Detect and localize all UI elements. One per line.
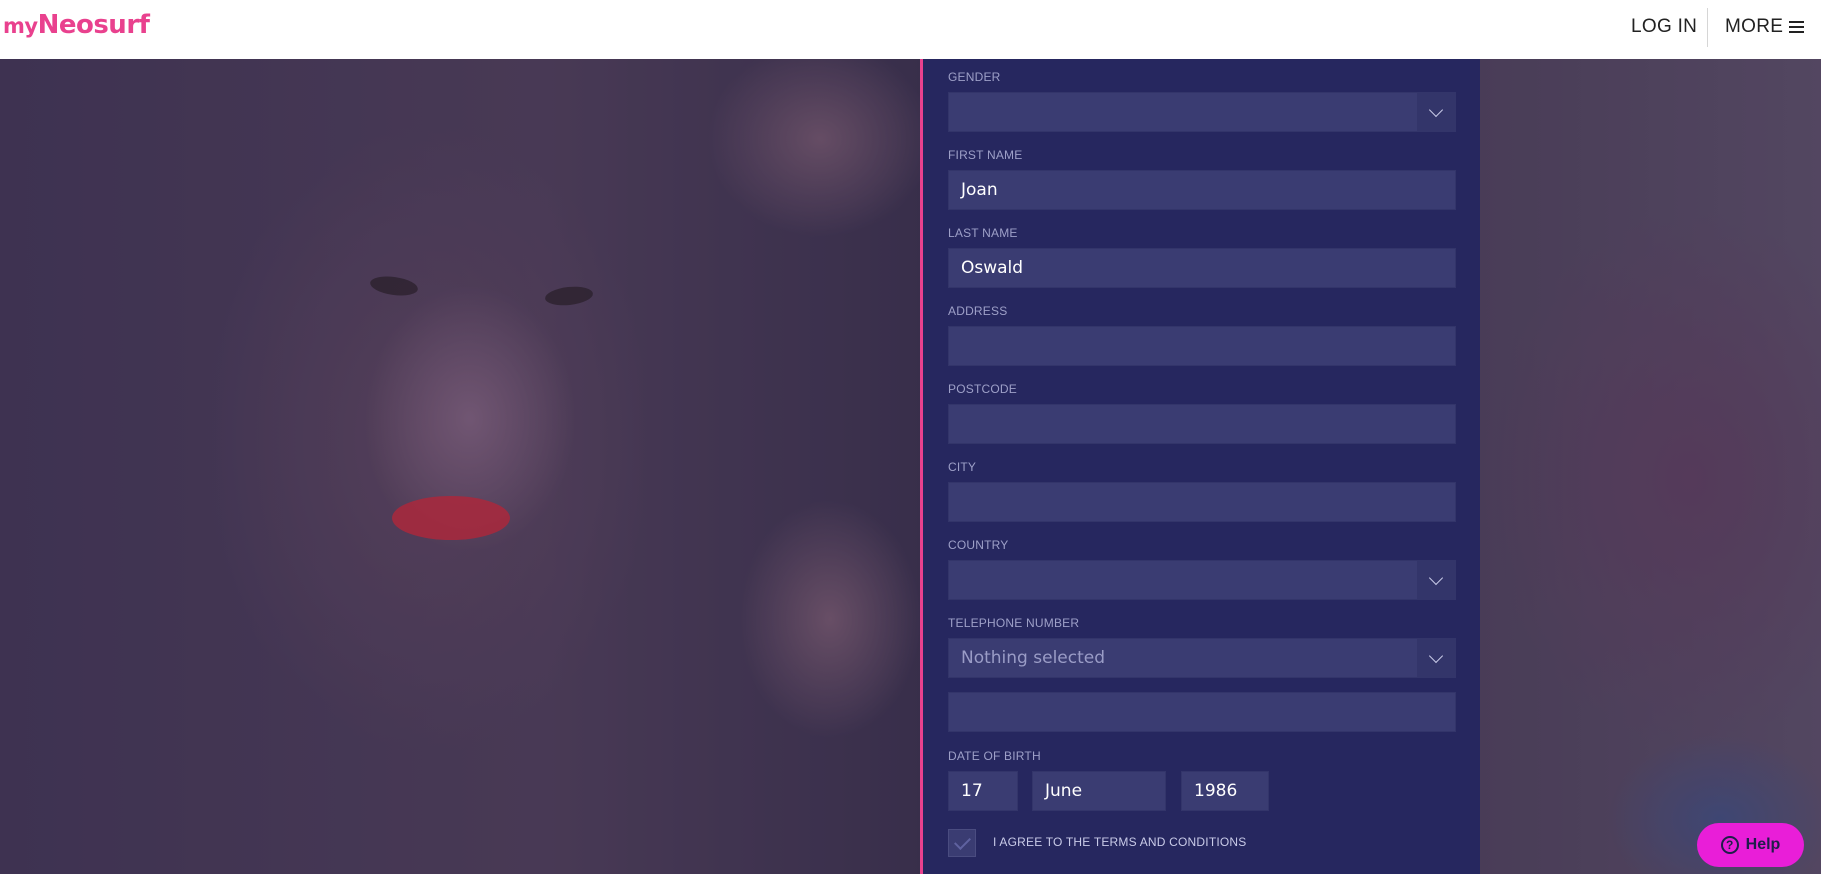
background-photo — [0, 59, 1821, 874]
hamburger-icon — [1789, 21, 1805, 33]
last-name-label: LAST NAME — [948, 226, 1018, 240]
postcode-label: POSTCODE — [948, 382, 1017, 396]
myneosurf-logo[interactable]: my Neosurf — [3, 10, 150, 42]
country-select[interactable] — [948, 560, 1456, 600]
telephone-number-field[interactable] — [948, 692, 1456, 732]
question-circle-icon: ? — [1720, 836, 1739, 854]
gender-select[interactable] — [948, 92, 1456, 132]
top-navigation-bar: my Neosurf LOG IN MORE — [0, 0, 1821, 59]
more-menu-button[interactable]: MORE — [1725, 16, 1805, 38]
address-label: ADDRESS — [948, 304, 1008, 318]
photo-detail — [544, 284, 594, 308]
photo-detail — [392, 496, 510, 540]
telephone-label: TELEPHONE NUMBER — [948, 616, 1080, 630]
dob-year-field[interactable]: 1986 — [1181, 771, 1269, 811]
terms-checkbox[interactable] — [948, 829, 976, 857]
terms-label: I AGREE TO THE TERMS AND CONDITIONS — [993, 835, 1247, 849]
logo-name: Neosurf — [37, 10, 150, 40]
checkmark-icon — [953, 832, 971, 850]
dob-label: DATE OF BIRTH — [948, 749, 1041, 763]
first-name-label: FIRST NAME — [948, 148, 1023, 162]
help-button[interactable]: ? Help — [1697, 823, 1804, 867]
photo-detail — [368, 273, 420, 299]
dob-day-field[interactable]: 17 — [948, 771, 1018, 811]
gender-label: GENDER — [948, 70, 1001, 84]
chevron-down-icon — [1417, 93, 1455, 131]
last-name-field[interactable]: Oswald — [948, 248, 1456, 288]
login-link[interactable]: LOG IN — [1631, 16, 1697, 38]
dob-month-field[interactable]: June — [1032, 771, 1166, 811]
city-field[interactable] — [948, 482, 1456, 522]
telephone-code-value: Nothing selected — [961, 648, 1106, 668]
logo-prefix: my — [3, 14, 38, 38]
registration-form-panel: GENDER FIRST NAME Joan LAST NAME Oswald … — [920, 59, 1480, 874]
first-name-field[interactable]: Joan — [948, 170, 1456, 210]
chevron-down-icon — [1417, 639, 1455, 677]
telephone-code-select[interactable]: Nothing selected — [948, 638, 1456, 678]
nav-divider — [1707, 8, 1708, 47]
city-label: CITY — [948, 460, 977, 474]
postcode-field[interactable] — [948, 404, 1456, 444]
more-label: MORE — [1725, 16, 1784, 37]
help-label: Help — [1745, 836, 1781, 853]
country-label: COUNTRY — [948, 538, 1009, 552]
chevron-down-icon — [1417, 561, 1455, 599]
address-field[interactable] — [948, 326, 1456, 366]
